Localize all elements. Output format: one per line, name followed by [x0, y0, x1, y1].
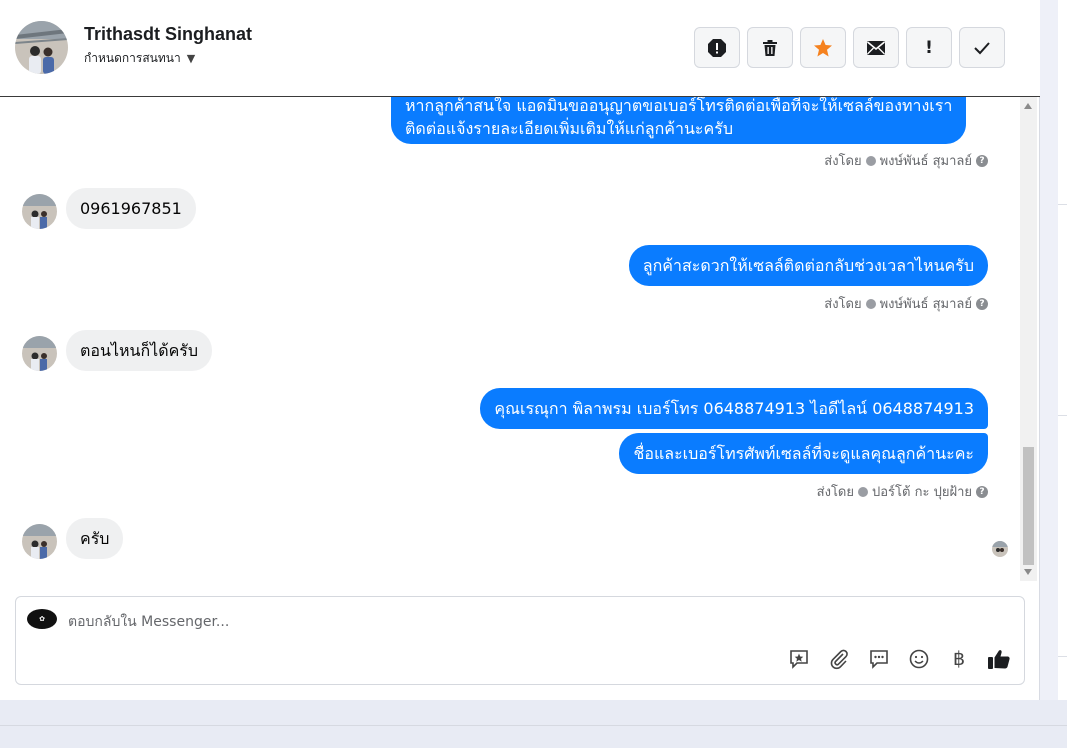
sent-by-prefix: ส่งโดย [816, 485, 854, 500]
baht-icon: ฿ [952, 648, 966, 670]
follow-up-button[interactable]: ! [906, 27, 952, 68]
star-button[interactable] [800, 27, 846, 68]
like-button[interactable] [986, 646, 1012, 672]
payment-button[interactable]: ฿ [946, 646, 972, 672]
contact-avatar-small [22, 194, 57, 229]
page-footer-band [0, 700, 1067, 748]
emoji-icon [909, 649, 929, 669]
star-icon [814, 38, 832, 56]
scroll-up-arrow-icon[interactable] [1024, 103, 1032, 109]
reply-composer: ✿ ตอบกลับใน Messenger... ฿ [15, 596, 1025, 685]
mark-unread-button[interactable] [853, 27, 899, 68]
mark-done-button[interactable] [959, 27, 1005, 68]
sent-by-label: ส่งโดย ปอร์โต้ กะ ปุยฝ้าย ? [817, 481, 988, 502]
outgoing-message[interactable]: คุณเรณุกา พิลาพรม เบอร์โทร 0648874913 ไอ… [480, 388, 988, 429]
help-icon[interactable]: ? [976, 485, 988, 498]
report-spam-button[interactable] [694, 27, 740, 68]
scroll-thumb[interactable] [1023, 447, 1034, 565]
seen-receipt-avatar [992, 541, 1008, 557]
side-panel-edge [1058, 0, 1067, 700]
outgoing-message[interactable]: ชื่อและเบอร์โทรศัพท์เซลล์ที่จะดูแลคุณลูก… [619, 433, 988, 474]
divider [1058, 415, 1067, 416]
sent-by-label: ส่งโดย พงษ์พันธ์ สุมาลย์ ? [824, 293, 988, 314]
divider [1058, 204, 1067, 205]
incoming-message[interactable]: ตอนไหนก็ได้ครับ [66, 330, 213, 371]
verified-icon [865, 298, 876, 309]
quick-reply-icon [870, 650, 888, 669]
conversation-window: Trithasdt Singhanat กำหนดการสนทนา ▼ ! หา… [0, 0, 1040, 700]
checkmark-icon [974, 41, 990, 54]
message-scrollbar[interactable] [1020, 97, 1037, 581]
header-toolbar: ! [694, 27, 1005, 68]
incoming-message[interactable]: ครับ [66, 518, 124, 559]
exclamation-icon: ! [925, 37, 933, 58]
help-icon[interactable]: ? [976, 154, 988, 167]
sender-name: พงษ์พันธ์ สุมาลย์ [879, 154, 972, 169]
envelope-icon [866, 40, 886, 55]
saved-reply-button[interactable] [786, 646, 812, 672]
reply-input[interactable] [68, 611, 768, 633]
contact-avatar[interactable] [15, 21, 68, 74]
outgoing-message[interactable]: หากลูกค้าสนใจ แอดมินขออนุญาตขอเบอร์โทรติ… [391, 97, 967, 144]
help-icon[interactable]: ? [976, 297, 988, 310]
sent-by-prefix: ส่งโดย [824, 297, 862, 312]
sent-by-label: ส่งโดย พงษ์พันธ์ สุมาลย์ ? [824, 150, 988, 171]
caret-down-icon: ▼ [186, 52, 196, 65]
page-logo: ✿ [27, 609, 57, 629]
contact-avatar-small [22, 524, 57, 559]
message-thread: หากลูกค้าสนใจ แอดมินขออนุญาตขอเบอร์โทรติ… [0, 97, 1020, 581]
side-gutter [1040, 0, 1058, 700]
verified-icon [865, 155, 876, 166]
contact-avatar-small [22, 336, 57, 371]
divider [0, 725, 1067, 726]
trash-icon [763, 39, 777, 56]
outgoing-message[interactable]: ลูกค้าสะดวกให้เซลล์ติดต่อกลับช่วงเวลาไหน… [628, 245, 988, 286]
sender-name: พงษ์พันธ์ สุมาลย์ [879, 297, 972, 312]
verified-icon [858, 486, 868, 497]
thumbs-up-icon [988, 650, 1010, 669]
sent-by-prefix: ส่งโดย [824, 154, 862, 169]
quick-reply-button[interactable] [866, 646, 892, 672]
divider [1058, 656, 1067, 657]
assign-conversation-dropdown[interactable]: กำหนดการสนทนา ▼ [84, 49, 195, 68]
contact-name: Trithasdt Singhanat [84, 24, 253, 44]
conversation-header: Trithasdt Singhanat กำหนดการสนทนา ▼ ! [0, 0, 1040, 97]
message-line: ติดต่อแจ้งรายละเอียดเพิ่มเติมให้แก่ลูกค้… [405, 119, 733, 138]
paperclip-icon [830, 649, 848, 670]
message-line: หากลูกค้าสนใจ แอดมินขออนุญาตขอเบอร์โทรติ… [405, 97, 953, 115]
sender-name: ปอร์โต้ กะ ปุยฝ้าย [872, 485, 972, 500]
assign-label: กำหนดการสนทนา [84, 51, 181, 65]
attach-button[interactable] [826, 646, 852, 672]
delete-button[interactable] [747, 27, 793, 68]
scroll-down-arrow-icon[interactable] [1024, 569, 1032, 575]
alert-octagon-icon [708, 38, 726, 57]
saved-reply-icon [790, 650, 808, 669]
incoming-message[interactable]: 0961967851 [66, 188, 196, 229]
composer-tools: ฿ [786, 646, 1012, 672]
emoji-button[interactable] [906, 646, 932, 672]
